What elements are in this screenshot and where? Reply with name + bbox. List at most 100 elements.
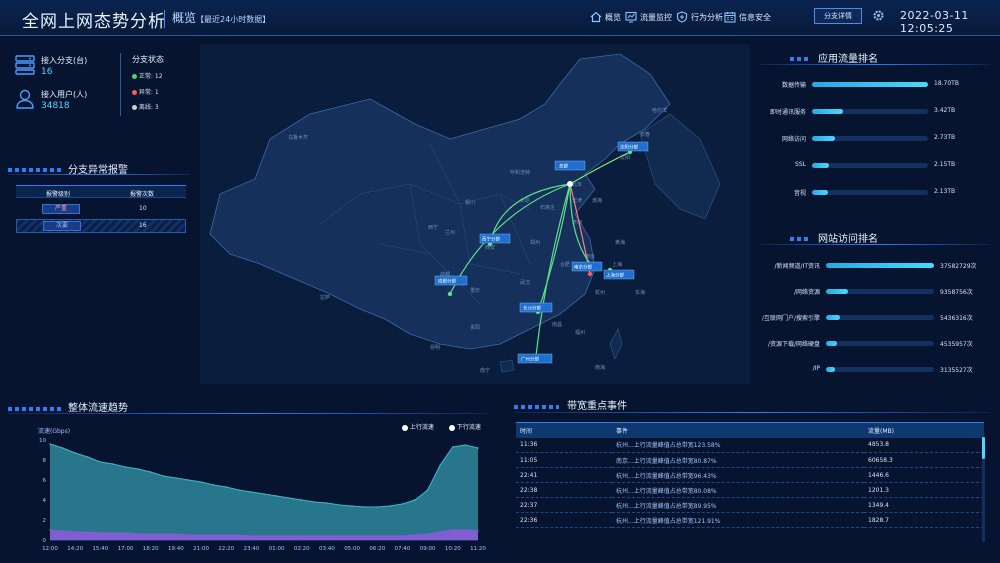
data-point bbox=[263, 493, 265, 495]
x-tick-label: 11:20 bbox=[470, 546, 486, 552]
rank-bar-track bbox=[812, 109, 928, 114]
event-flow: 60658.3 bbox=[864, 452, 984, 468]
nav-traffic-monitor[interactable]: 流量监控 bbox=[625, 11, 672, 23]
event-row[interactable]: 22:41 杭州...上行流量峰值占总带宽96.43% 1446.6 bbox=[516, 467, 984, 483]
events-title-deco bbox=[514, 405, 559, 409]
x-tick-label: 09:00 bbox=[420, 546, 436, 552]
x-tick-label: 06:20 bbox=[369, 546, 385, 552]
nav-behavior-analysis-label: 行为分析 bbox=[691, 12, 723, 22]
data-point bbox=[162, 533, 165, 535]
event-row[interactable]: 11:05 南京...上行流量峰值占总带宽80.87% 60658.3 bbox=[516, 452, 984, 468]
rank-row[interactable]: 数据传输 18.70TB bbox=[744, 78, 994, 90]
rank-row[interactable]: /网络资源 9358756次 bbox=[744, 285, 1000, 297]
map-branch-marker[interactable] bbox=[587, 271, 593, 277]
nav-info-security[interactable]: 信息安全 bbox=[724, 11, 771, 23]
server-icon bbox=[15, 55, 35, 75]
map-svg: 乌鲁木齐 西宁 兰州 银川 呼和浩特 北京 石家庄 太原 天津 济南 沈阳 长春… bbox=[209, 53, 721, 374]
data-point bbox=[99, 532, 102, 534]
x-tick-label: 17:00 bbox=[118, 546, 134, 552]
event-row[interactable]: 22:37 杭州...上行流量峰值占总带宽89.95% 1349.4 bbox=[516, 497, 984, 513]
rank-row[interactable]: 网络访问 2.73TB bbox=[744, 132, 994, 144]
legend-dot bbox=[402, 424, 408, 431]
rank-row[interactable]: SSL 2.15TB bbox=[744, 159, 994, 171]
gear-icon[interactable] bbox=[872, 9, 885, 22]
event-flow: 1446.6 bbox=[864, 467, 984, 483]
trend-legend-down[interactable]: 下行流速 bbox=[449, 422, 481, 431]
events-header-time: 时间 bbox=[516, 422, 612, 438]
rank-bar-track bbox=[812, 82, 928, 87]
x-tick-label: 15:40 bbox=[92, 546, 108, 552]
rank-bar-fill bbox=[826, 341, 837, 346]
map-branch-marker[interactable] bbox=[447, 291, 453, 297]
map-place-label: 贵阳 bbox=[470, 324, 480, 331]
x-tick-label: 12:00 bbox=[42, 546, 58, 552]
rank-label: 音视 bbox=[793, 190, 806, 197]
status-dot bbox=[132, 90, 137, 95]
data-point bbox=[326, 502, 328, 504]
nav-behavior-analysis[interactable]: 行为分析 bbox=[676, 11, 723, 23]
y-tick-label: 8 bbox=[43, 458, 47, 464]
rank-row[interactable]: /互联网门户/搜索引擎 5436316次 bbox=[744, 311, 1000, 323]
alarm-row[interactable]: 严重 10 bbox=[16, 202, 186, 216]
rank-row[interactable]: /资源下载/网络硬盘 4535957次 bbox=[744, 337, 1000, 349]
data-point bbox=[452, 446, 454, 448]
rank-value: 3.42TB bbox=[934, 107, 956, 114]
events-scrollbar[interactable] bbox=[982, 437, 985, 542]
data-point bbox=[238, 489, 240, 491]
alarms-title-deco bbox=[8, 168, 63, 172]
rank-row[interactable]: /新闻频道/IT资讯 37582729次 bbox=[744, 259, 1000, 271]
app-rank-title: 应用流量排名 bbox=[818, 54, 878, 65]
data-point bbox=[464, 529, 467, 531]
y-tick-label: 0 bbox=[43, 538, 47, 544]
y-tick-label: 6 bbox=[43, 478, 47, 484]
rank-value: 2.73TB bbox=[934, 134, 956, 141]
alarm-row[interactable]: 次要 16 bbox=[16, 219, 186, 233]
trend-chart[interactable]: 0 2 4 6 8 10 12:00 14:20 15:40 17:00 18:20 19:40 21:… bbox=[30, 432, 490, 560]
map-place-label: 重庆 bbox=[470, 287, 480, 294]
data-point bbox=[61, 530, 64, 532]
status-normal-value: 12 bbox=[154, 73, 163, 80]
rank-row[interactable]: 音视 2.13TB bbox=[744, 186, 994, 198]
data-point bbox=[112, 532, 114, 534]
rank-row[interactable]: /IP 3135527次 bbox=[744, 363, 1000, 375]
branch-label: 南京分部 bbox=[574, 264, 592, 271]
china-map[interactable]: 乌鲁木齐 西宁 兰州 银川 呼和浩特 北京 石家庄 太原 天津 济南 沈阳 长春… bbox=[200, 44, 750, 384]
data-point bbox=[426, 533, 429, 535]
data-point bbox=[376, 506, 379, 508]
rank-row[interactable]: 即时通讯服务 3.42TB bbox=[744, 105, 994, 117]
rank-bar-fill bbox=[826, 367, 835, 372]
data-point bbox=[225, 486, 228, 488]
alarm-count: 16 bbox=[139, 222, 147, 229]
map-hub-marker[interactable] bbox=[567, 181, 573, 187]
event-flow: 1828.7 bbox=[864, 512, 984, 528]
alarm-level-badge: 严重 bbox=[42, 204, 80, 214]
data-point bbox=[338, 504, 341, 506]
rank-bar-track bbox=[812, 163, 928, 168]
site-rank-line bbox=[760, 244, 990, 245]
event-row[interactable]: 22:38 杭州...上行流量峰值占总带宽80.08% 1201.3 bbox=[516, 482, 984, 498]
events-scrollbar-thumb[interactable] bbox=[982, 437, 985, 459]
map-place-label: 南宁 bbox=[480, 367, 490, 374]
trend-legend-up[interactable]: 上行流速 bbox=[402, 422, 434, 431]
data-point bbox=[175, 477, 177, 479]
map-taiwan bbox=[609, 328, 623, 360]
data-point bbox=[200, 481, 202, 483]
branch-detail-button[interactable]: 分支详情 bbox=[814, 8, 862, 24]
alarms-header: 报警级别 报警次数 bbox=[16, 185, 186, 198]
branch-label: 广州分部 bbox=[521, 356, 539, 363]
event-flow: 1201.3 bbox=[864, 482, 984, 498]
x-tick-label: 03:40 bbox=[319, 546, 335, 552]
nav-overview[interactable]: 概览 bbox=[590, 11, 621, 23]
rank-label: 网络访问 bbox=[781, 136, 806, 143]
event-row[interactable]: 22:36 杭州...上行流量峰值占总带宽121.91% 1828.7 bbox=[516, 512, 984, 528]
rank-value: 18.70TB bbox=[934, 80, 959, 87]
subtitle-note: 【最近24小时数据】 bbox=[196, 15, 271, 24]
site-rank-deco bbox=[790, 237, 810, 241]
branch-label: 长沙分部 bbox=[523, 305, 541, 312]
events-header-row: 时间 事件 流量(MB) bbox=[516, 422, 984, 438]
map-place-label: 银川 bbox=[465, 199, 475, 206]
rank-bar-track bbox=[826, 341, 934, 346]
branch-label: 西宁分部 bbox=[482, 236, 500, 243]
data-point bbox=[477, 447, 479, 449]
event-row[interactable]: 11:36 杭州...上行流量峰值占总带宽123.58% 4853.8 bbox=[516, 437, 984, 453]
